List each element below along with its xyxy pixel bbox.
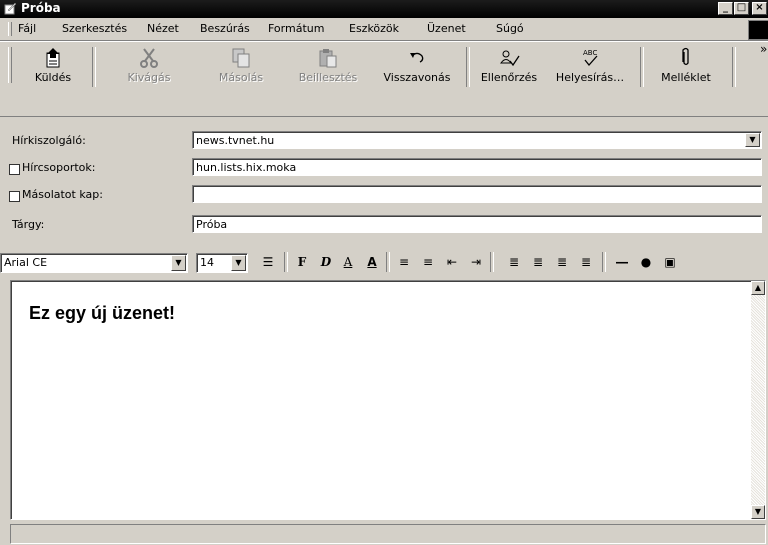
paperclip-icon xyxy=(682,47,689,66)
attach-button[interactable]: Melléklet xyxy=(648,47,724,89)
compose-window: Próba _ □ × Fájl Szerkesztés Nézet Beszú… xyxy=(0,0,768,545)
copy-button[interactable]: Másolás xyxy=(206,47,276,89)
chevron-down-icon[interactable]: ▼ xyxy=(171,255,186,271)
spelling-label: Helyesírás… xyxy=(555,71,625,84)
server-combobox[interactable]: news.tvnet.hu ▼ xyxy=(192,131,762,149)
format-separator xyxy=(490,252,494,272)
check-names-button[interactable]: Ellenőrzés xyxy=(474,47,544,89)
cc-field[interactable] xyxy=(192,185,762,203)
menu-view[interactable]: Nézet xyxy=(147,22,179,35)
menu-edit[interactable]: Szerkesztés xyxy=(62,22,127,35)
scissors-icon xyxy=(140,48,158,68)
font-size-value: 14 xyxy=(200,256,214,269)
menu-tools[interactable]: Eszközök xyxy=(349,22,399,35)
numbered-list-icon[interactable]: ≡ xyxy=(394,252,414,272)
scroll-up-button[interactable]: ▲ xyxy=(751,281,765,295)
align-right-icon[interactable]: ≣ xyxy=(552,252,572,272)
menu-bar: Fájl Szerkesztés Nézet Beszúrás Formátum… xyxy=(0,18,768,41)
address-book-icon[interactable] xyxy=(9,191,20,202)
insert-picture-icon[interactable]: ▣ xyxy=(660,252,680,272)
undo-button[interactable]: Visszavonás xyxy=(374,47,460,89)
font-color-button[interactable]: A xyxy=(362,252,382,272)
message-body-editor[interactable]: Ez egy új üzenet! ▲ ▼ xyxy=(10,280,766,520)
chevron-down-icon[interactable]: ▼ xyxy=(231,255,246,271)
chevron-down-icon[interactable]: ▼ xyxy=(745,133,760,147)
menu-file[interactable]: Fájl xyxy=(18,22,36,35)
format-separator xyxy=(386,252,390,272)
attach-label: Melléklet xyxy=(661,71,711,84)
subject-field[interactable]: Próba xyxy=(192,215,762,233)
menubar-grip[interactable] xyxy=(8,22,12,36)
vertical-scrollbar[interactable]: ▲ ▼ xyxy=(751,281,765,519)
toolbar-overflow-chevron[interactable]: » xyxy=(760,42,767,56)
close-button[interactable]: × xyxy=(752,2,767,15)
menu-message[interactable]: Üzenet xyxy=(427,22,466,35)
server-value: news.tvnet.hu xyxy=(196,134,275,147)
server-label: Hírkiszolgáló: xyxy=(12,134,86,147)
spelling-button[interactable]: ABC Helyesírás… xyxy=(548,47,632,89)
maximize-button[interactable]: □ xyxy=(734,2,749,15)
spellcheck-icon: ABC xyxy=(583,49,598,67)
increase-indent-icon[interactable]: ⇥ xyxy=(466,252,486,272)
title-bar[interactable]: Próba _ □ × xyxy=(0,0,768,18)
menu-insert[interactable]: Beszúrás xyxy=(200,22,250,35)
send-label: Küldés xyxy=(34,71,72,84)
bulleted-list-icon[interactable]: ≡ xyxy=(418,252,438,272)
newsgroups-field[interactable]: hun.lists.hix.moka xyxy=(192,158,762,176)
toolbar-separator xyxy=(640,47,644,87)
undo-label: Visszavonás xyxy=(383,71,451,84)
menu-help[interactable]: Súgó xyxy=(496,22,524,35)
format-separator xyxy=(284,252,288,272)
toolbar-separator xyxy=(732,47,736,87)
hyperlink-icon[interactable]: ● xyxy=(636,252,656,272)
newsgroups-label[interactable]: Hírcsoportok: xyxy=(22,161,95,174)
cut-label: Kivágás xyxy=(127,71,171,84)
check-names-icon xyxy=(500,50,520,67)
justify-icon[interactable]: ≣ xyxy=(576,252,596,272)
menu-format[interactable]: Formátum xyxy=(268,22,324,35)
window-title: Próba xyxy=(21,1,61,15)
cut-button[interactable]: Kivágás xyxy=(100,47,198,89)
copy-label: Másolás xyxy=(218,71,264,84)
bold-button[interactable]: F xyxy=(292,252,312,272)
main-toolbar: Küldés Kivágás Másolás Beillesztés Vissz… xyxy=(0,41,768,117)
align-left-icon[interactable]: ≣ xyxy=(504,252,524,272)
toolbar-separator xyxy=(466,47,470,87)
compose-app-icon xyxy=(4,2,17,15)
send-button[interactable]: Küldés xyxy=(18,47,88,89)
font-size-combobox[interactable]: 14 ▼ xyxy=(196,253,248,273)
paragraph-style-icon[interactable]: ☰ xyxy=(258,252,278,272)
font-combobox[interactable]: Arial CE ▼ xyxy=(0,253,188,273)
paste-button[interactable]: Beillesztés xyxy=(286,47,370,89)
toolbar-grip[interactable] xyxy=(8,47,12,83)
decrease-indent-icon[interactable]: ⇤ xyxy=(442,252,462,272)
underline-button[interactable]: A xyxy=(338,252,358,272)
paste-label: Beillesztés xyxy=(298,71,358,84)
subject-value: Próba xyxy=(196,218,228,231)
undo-icon xyxy=(410,52,424,63)
status-bar xyxy=(10,524,766,544)
subject-label: Tárgy: xyxy=(12,218,45,231)
paste-icon xyxy=(319,49,337,68)
italic-button[interactable]: D xyxy=(316,252,336,272)
font-value: Arial CE xyxy=(4,256,48,269)
toolbar-separator xyxy=(92,47,96,87)
check-label: Ellenőrzés xyxy=(480,71,538,84)
cc-label[interactable]: Másolatot kap: xyxy=(22,188,103,201)
message-body-text[interactable]: Ez egy új üzenet! xyxy=(29,303,175,324)
newsgroups-icon[interactable] xyxy=(9,164,20,175)
windows-logo-icon xyxy=(748,20,768,40)
copy-icon xyxy=(232,48,250,68)
horizontal-line-icon[interactable]: ― xyxy=(612,252,632,272)
svg-text:ABC: ABC xyxy=(583,49,597,57)
format-separator xyxy=(602,252,606,272)
send-icon xyxy=(46,48,60,68)
newsgroups-value: hun.lists.hix.moka xyxy=(196,161,297,174)
minimize-button[interactable]: _ xyxy=(718,2,733,15)
align-center-icon[interactable]: ≣ xyxy=(528,252,548,272)
scroll-down-button[interactable]: ▼ xyxy=(751,505,765,519)
